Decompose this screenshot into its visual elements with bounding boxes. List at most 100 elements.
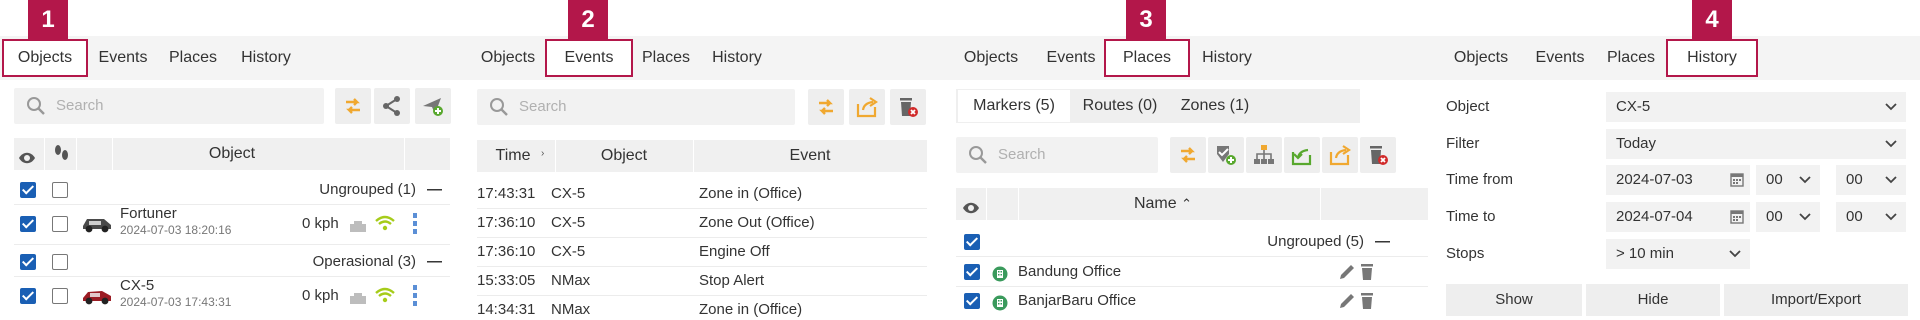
group-visible-checkbox[interactable] xyxy=(964,234,980,250)
share-button[interactable] xyxy=(374,88,410,124)
tab-bar: Objects Events Places History xyxy=(1432,36,1920,80)
tab-events[interactable]: Events xyxy=(545,39,633,77)
tab-places[interactable]: Places xyxy=(635,39,697,77)
minute-from-value: 00 xyxy=(1846,171,1863,188)
object-select[interactable]: CX-5 xyxy=(1606,92,1906,122)
tab-events[interactable]: Events xyxy=(92,39,154,77)
delete-all-button[interactable] xyxy=(1360,137,1396,173)
collapse-icon[interactable]: — xyxy=(427,176,442,204)
search-input[interactable]: Search xyxy=(956,137,1158,173)
tab-objects[interactable]: Objects xyxy=(956,39,1026,77)
tab-places[interactable]: Places xyxy=(162,39,224,77)
filter-select[interactable]: Today xyxy=(1606,129,1906,159)
add-marker-button[interactable] xyxy=(1208,137,1244,173)
place-row[interactable]: Bandung Office xyxy=(956,258,1428,286)
import-button[interactable] xyxy=(1284,137,1320,173)
search-input[interactable]: Search xyxy=(14,88,324,124)
more-menu-icon[interactable] xyxy=(412,212,418,246)
step-badge: 2 xyxy=(568,0,608,40)
event-column-header[interactable]: Event xyxy=(693,140,927,172)
reload-button[interactable] xyxy=(1170,137,1206,173)
tab-history[interactable]: History xyxy=(232,39,300,77)
event-row[interactable]: 15:33:05 NMax Stop Alert xyxy=(477,267,927,295)
tab-events[interactable]: Events xyxy=(1528,39,1592,77)
object-follow-checkbox[interactable] xyxy=(52,216,68,232)
place-row[interactable]: BanjarBaru Office xyxy=(956,287,1428,315)
hour-to-select[interactable]: 00 xyxy=(1756,202,1820,232)
filter-label: Filter xyxy=(1446,135,1480,152)
object-follow-checkbox[interactable] xyxy=(52,288,68,304)
show-button[interactable]: Show xyxy=(1446,284,1582,316)
object-visible-checkbox[interactable] xyxy=(20,216,36,232)
reload-button[interactable] xyxy=(808,89,844,125)
places-table-header: Name ⌃ xyxy=(956,188,1428,220)
subtab-routes[interactable]: Routes (0) xyxy=(1072,90,1168,122)
export-button[interactable] xyxy=(849,89,885,125)
tab-places[interactable]: Places xyxy=(1104,39,1190,77)
tab-history[interactable]: History xyxy=(1666,39,1758,77)
place-visible-checkbox[interactable] xyxy=(964,293,980,309)
footprint-icon[interactable] xyxy=(52,144,70,176)
group-row[interactable]: Ungrouped (1) — xyxy=(14,176,450,204)
group-row[interactable]: Operasional (3) — xyxy=(14,248,450,276)
group-follow-checkbox[interactable] xyxy=(52,182,68,198)
event-row[interactable]: 14:34:31 NMax Zone in (Office) xyxy=(477,296,927,320)
visibility-icon[interactable] xyxy=(18,146,36,178)
hide-button[interactable]: Hide xyxy=(1586,284,1720,316)
tab-places[interactable]: Places xyxy=(1600,39,1662,77)
events-table-header: Time › Object Event xyxy=(477,140,927,172)
group-row[interactable]: Ungrouped (5) — xyxy=(956,228,1428,256)
delete-all-button[interactable] xyxy=(890,89,926,125)
tab-bar: Objects Events Places History xyxy=(944,36,1432,80)
object-row[interactable]: Fortuner 2024-07-03 18:20:16 0 kph xyxy=(14,205,450,242)
group-visible-checkbox[interactable] xyxy=(20,254,36,270)
tab-objects[interactable]: Objects xyxy=(473,39,543,77)
stops-label: Stops xyxy=(1446,245,1485,262)
tab-history[interactable]: History xyxy=(703,39,771,77)
tab-bar: Objects Events Places History xyxy=(463,36,944,80)
event-row[interactable]: 17:36:10 CX-5 Engine Off xyxy=(477,238,927,266)
place-name: BanjarBaru Office xyxy=(1018,292,1137,309)
collapse-icon[interactable]: — xyxy=(427,248,442,276)
minute-to-select[interactable]: 00 xyxy=(1836,202,1906,232)
group-visible-checkbox[interactable] xyxy=(20,182,36,198)
filter-select-value: Today xyxy=(1616,135,1657,152)
name-column-header[interactable]: Name ⌃ xyxy=(1018,188,1308,220)
import-export-button[interactable]: Import/Export xyxy=(1724,284,1908,316)
object-row[interactable]: CX-5 2024-07-03 17:43:31 0 kph xyxy=(14,277,450,314)
more-menu-icon[interactable] xyxy=(412,284,418,318)
groups-button[interactable] xyxy=(1246,137,1282,173)
tab-objects[interactable]: Objects xyxy=(2,39,88,77)
send-command-button[interactable] xyxy=(415,88,451,124)
visibility-icon[interactable] xyxy=(962,196,980,228)
tab-events[interactable]: Events xyxy=(1040,39,1102,77)
search-input[interactable]: Search xyxy=(477,89,795,125)
delete-icon[interactable] xyxy=(1360,292,1374,320)
event-row[interactable]: 17:36:10 CX-5 Zone Out (Office) xyxy=(477,209,927,237)
minute-from-select[interactable]: 00 xyxy=(1836,165,1906,195)
subtab-zones[interactable]: Zones (1) xyxy=(1170,90,1260,122)
place-visible-checkbox[interactable] xyxy=(964,264,980,280)
date-from-input[interactable]: 2024-07-03 xyxy=(1606,165,1750,195)
object-visible-checkbox[interactable] xyxy=(20,288,36,304)
export-button[interactable] xyxy=(1322,137,1358,173)
collapse-icon[interactable]: — xyxy=(1375,228,1390,256)
event-time: 17:36:10 xyxy=(477,243,536,260)
calendar-icon[interactable] xyxy=(1730,202,1744,243)
time-column-header[interactable]: Time xyxy=(477,140,549,172)
stops-select[interactable]: > 10 min xyxy=(1606,239,1750,269)
event-row[interactable]: 17:43:31 CX-5 Zone in (Office) xyxy=(477,180,927,208)
export-icon xyxy=(856,97,878,118)
tab-history[interactable]: History xyxy=(1192,39,1262,77)
date-to-input[interactable]: 2024-07-04 xyxy=(1606,202,1750,232)
object-column-header[interactable]: Object xyxy=(555,140,693,172)
group-follow-checkbox[interactable] xyxy=(52,254,68,270)
object-column-header[interactable]: Object xyxy=(112,138,352,170)
hour-from-select[interactable]: 00 xyxy=(1756,165,1820,195)
edit-icon[interactable] xyxy=(1338,292,1356,320)
tab-objects[interactable]: Objects xyxy=(1446,39,1516,77)
reload-button[interactable] xyxy=(335,88,371,124)
subtab-markers[interactable]: Markers (5) xyxy=(958,90,1070,122)
calendar-icon[interactable] xyxy=(1730,165,1744,206)
reload-icon xyxy=(346,98,360,114)
